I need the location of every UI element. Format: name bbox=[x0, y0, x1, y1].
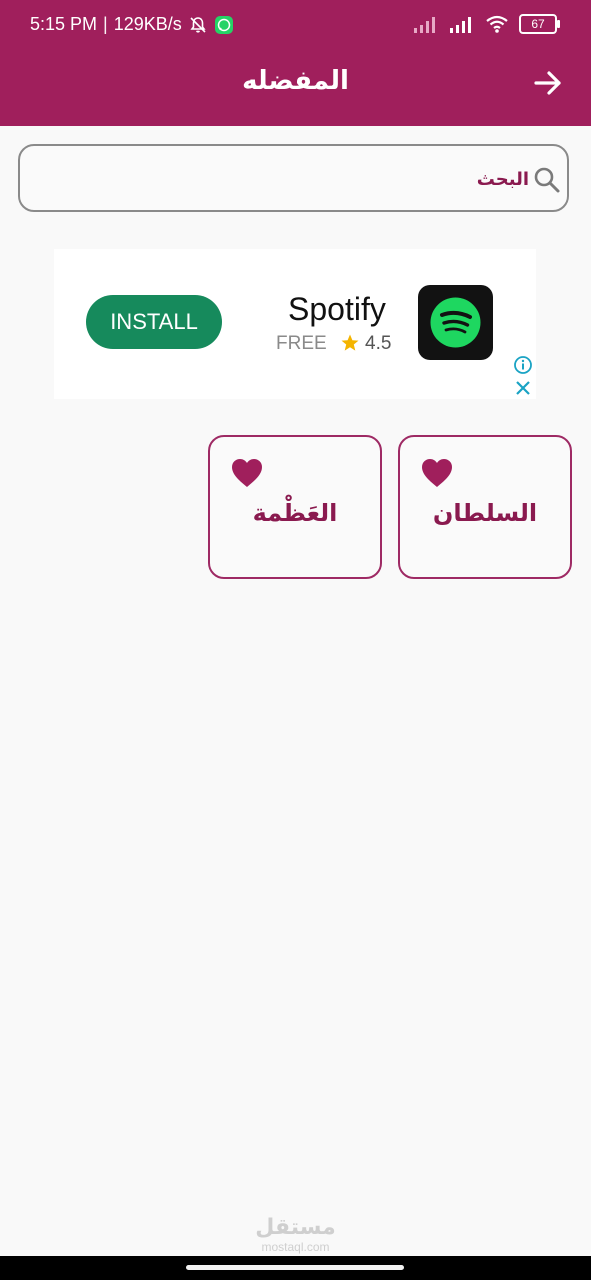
whatsapp-icon bbox=[214, 15, 234, 35]
watermark-latin: mostaql.com bbox=[261, 1240, 330, 1254]
bell-off-icon bbox=[188, 15, 208, 35]
search-input[interactable] bbox=[67, 158, 531, 200]
page-title: المفضله bbox=[242, 66, 349, 96]
search-box[interactable] bbox=[18, 144, 569, 212]
network-speed: 129KB/s bbox=[113, 14, 182, 34]
wifi-icon bbox=[486, 15, 508, 33]
favorite-card[interactable]: العَظْمة bbox=[208, 435, 382, 579]
status-left: 5:15 PM | 129KB/s bbox=[30, 14, 234, 35]
status-right: 67 bbox=[413, 14, 560, 34]
info-icon[interactable] bbox=[513, 355, 533, 375]
ad-app-rating: 4.5 bbox=[365, 333, 392, 354]
search-icon bbox=[534, 167, 560, 193]
install-button[interactable]: INSTALL bbox=[86, 295, 222, 349]
status-bar: 5:15 PM | 129KB/s 67 bbox=[0, 0, 591, 52]
favorite-card[interactable]: السلطان bbox=[398, 435, 572, 579]
home-indicator[interactable] bbox=[186, 1265, 404, 1270]
battery-icon: 67 bbox=[519, 14, 560, 34]
star-icon bbox=[341, 334, 359, 351]
spotify-logo-icon[interactable] bbox=[418, 285, 493, 360]
close-icon[interactable] bbox=[514, 379, 532, 397]
watermark: مستقل mostaql.com bbox=[0, 1215, 591, 1255]
ad-banner[interactable]: INSTALL Spotify FREE 4.5 bbox=[54, 249, 536, 399]
arrow-right-icon[interactable] bbox=[533, 68, 563, 98]
favorite-title: السلطان bbox=[432, 499, 538, 527]
ad-app-price: FREE bbox=[276, 333, 327, 354]
signal-icon bbox=[450, 17, 471, 33]
watermark-arabic: مستقل bbox=[255, 1215, 336, 1240]
ad-app-name[interactable]: Spotify bbox=[288, 291, 386, 328]
app-header: 5:15 PM | 129KB/s 67 المفضله bbox=[0, 0, 591, 126]
navigation-bar bbox=[0, 1256, 591, 1280]
status-separator: | bbox=[103, 14, 108, 34]
heart-icon[interactable] bbox=[230, 457, 264, 489]
favorite-title: العَظْمة bbox=[252, 499, 338, 527]
heart-icon[interactable] bbox=[420, 457, 454, 489]
signal-icon bbox=[414, 17, 435, 33]
status-time: 5:15 PM bbox=[30, 14, 98, 34]
